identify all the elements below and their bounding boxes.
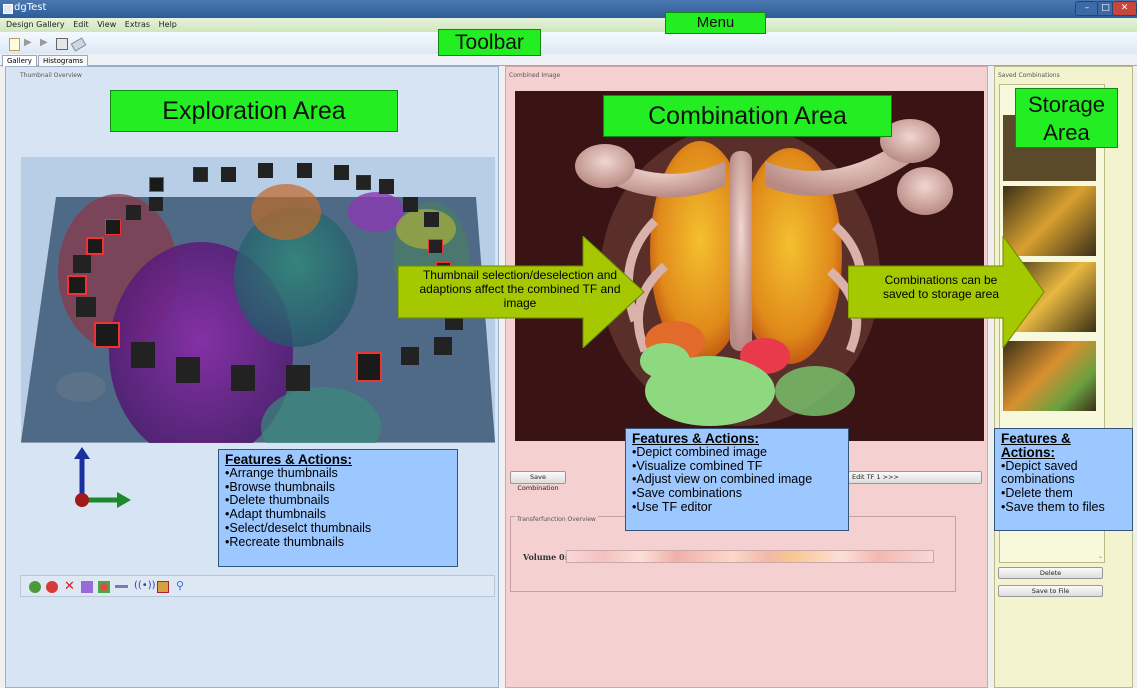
tab-bar: Gallery Histograms xyxy=(0,54,1137,67)
selection-arrow-text: Thumbnail selection/deselection and adap… xyxy=(419,268,621,310)
thumbnail[interactable] xyxy=(94,322,120,348)
combination-features-box: Features & Actions: •Depict combined ima… xyxy=(625,428,849,531)
menu-help[interactable]: Help xyxy=(159,20,177,29)
thumbnail[interactable] xyxy=(424,212,439,227)
close-button[interactable]: ✕ xyxy=(1112,1,1137,16)
storage-feature: •Delete them xyxy=(1001,486,1073,501)
saved-combination-thumbnail[interactable] xyxy=(1003,341,1096,411)
thumbnail[interactable] xyxy=(258,163,273,178)
thumbnail[interactable] xyxy=(86,237,104,255)
thumbnail[interactable] xyxy=(105,219,121,235)
edit-tf-button[interactable]: Edit TF 1 >>> xyxy=(848,471,982,484)
delete-icon[interactable]: ✕ xyxy=(64,579,75,594)
new-icon[interactable] xyxy=(9,38,20,51)
refresh-icon[interactable] xyxy=(29,581,41,593)
signal-icon[interactable]: ((•)) xyxy=(134,580,156,591)
exploration-feature: •Delete thumbnails xyxy=(225,493,330,508)
exploration-feature: •Arrange thumbnails xyxy=(225,465,338,480)
thumbnail[interactable] xyxy=(193,167,208,182)
thumbnail[interactable] xyxy=(334,165,349,180)
storage-feature: •Save them to files xyxy=(1001,499,1105,514)
app-icon xyxy=(3,4,13,14)
combination-features-title: Features & Actions: xyxy=(632,431,760,446)
menu-design-gallery[interactable]: Design Gallery xyxy=(6,20,65,29)
thumbnail[interactable] xyxy=(401,347,419,365)
play-next-icon[interactable]: ▶ xyxy=(40,38,50,48)
exploration-features-title: Features & Actions: xyxy=(225,452,353,467)
storage-features-title: Features & Actions: xyxy=(1001,431,1071,460)
storage-panel: Saved Combinations ⌄ Delete Save to File xyxy=(994,66,1133,688)
thumbnail[interactable] xyxy=(149,197,163,211)
connect-icon[interactable] xyxy=(115,585,128,588)
thumbnail[interactable] xyxy=(76,297,96,317)
minimize-button[interactable]: – xyxy=(1075,1,1099,16)
tf-overview-label: Transferfunction Overview xyxy=(515,516,598,523)
combination-feature: •Depict combined image xyxy=(632,444,767,459)
title-bar: dgTest – □ ✕ xyxy=(0,0,1137,18)
menu-extras[interactable]: Extras xyxy=(125,20,150,29)
exploration-panel: Thumbnail Overview Features & Actions: •… xyxy=(5,66,499,688)
thumbnail[interactable] xyxy=(149,177,164,192)
thumbnail[interactable] xyxy=(221,167,236,182)
storage-arrow-text: Combinations can be saved to storage are… xyxy=(882,273,1000,301)
combination-feature: •Visualize combined TF xyxy=(632,458,763,473)
exploration-feature: •Recreate thumbnails xyxy=(225,534,345,549)
volume-label: Volume 0: xyxy=(523,552,568,562)
storage-feature: •Depict saved combinations xyxy=(1001,458,1078,487)
menu-view[interactable]: View xyxy=(97,20,116,29)
thumbnail[interactable] xyxy=(131,342,155,368)
tf-bar[interactable] xyxy=(566,550,934,563)
scroll-down-icon[interactable]: ⌄ xyxy=(1098,553,1103,560)
thumbnail[interactable] xyxy=(73,255,91,273)
combination-feature: •Adjust view on combined image xyxy=(632,472,813,487)
combination-panel: Combined Image Save Combination Edit TF … xyxy=(505,66,988,688)
saved-combinations-label: Saved Combinations xyxy=(998,72,1060,79)
combination-feature: •Use TF editor xyxy=(632,499,712,514)
toolbar-annotation: Toolbar xyxy=(438,29,541,56)
thumbnail[interactable] xyxy=(379,179,394,194)
exploration-features-box: Features & Actions: •Arrange thumbnails … xyxy=(218,449,458,567)
exploration-feature: •Browse thumbnails xyxy=(225,479,335,494)
thumbnail[interactable] xyxy=(356,352,382,382)
combined-image-label: Combined Image xyxy=(509,72,561,79)
thumbnail-overview-label: Thumbnail Overview xyxy=(20,72,82,79)
edit-icon[interactable] xyxy=(157,581,169,593)
thumbnail[interactable] xyxy=(231,365,255,391)
storage-features-box: Features & Actions: •Depict saved combin… xyxy=(994,428,1133,531)
save-to-file-button[interactable]: Save to File xyxy=(998,585,1103,597)
axes-icon xyxy=(74,447,131,508)
save-combination-button[interactable]: Save Combination xyxy=(510,471,566,492)
thumbnail[interactable] xyxy=(67,275,87,295)
combination-feature: •Save combinations xyxy=(632,486,742,501)
thumbnail[interactable] xyxy=(176,357,200,383)
menu-edit[interactable]: Edit xyxy=(73,20,89,29)
exploration-annotation: Exploration Area xyxy=(110,90,398,132)
window-title: dgTest xyxy=(14,2,47,13)
grid-icon[interactable] xyxy=(98,581,110,593)
exploration-feature: •Adapt thumbnails xyxy=(225,507,326,522)
combination-annotation: Combination Area xyxy=(603,95,892,137)
storage-annotation: Storage Area xyxy=(1015,88,1118,148)
delete-button[interactable]: Delete xyxy=(998,567,1103,579)
thumbnail[interactable] xyxy=(297,163,312,178)
cancel-icon[interactable] xyxy=(46,581,58,593)
menu-annotation: Menu xyxy=(665,12,766,34)
exploration-feature: •Select/deselct thumbnails xyxy=(225,520,372,535)
exploration-toolbar: ✕ ((•)) ⚲ xyxy=(20,575,495,597)
play-icon[interactable]: ▶ xyxy=(24,38,34,48)
thumbnail[interactable] xyxy=(286,365,310,391)
save-icon[interactable] xyxy=(56,38,68,50)
thumbnail[interactable] xyxy=(126,205,141,220)
paint-icon[interactable] xyxy=(81,581,93,593)
menu-bar: Design Gallery Edit View Extras Help xyxy=(0,18,1137,32)
toolbar: ▶ ▶ xyxy=(0,32,1137,54)
thumbnail[interactable] xyxy=(403,197,418,212)
clear-icon[interactable] xyxy=(70,37,87,52)
zoom-icon[interactable]: ⚲ xyxy=(176,579,184,592)
thumbnail[interactable] xyxy=(356,175,371,190)
